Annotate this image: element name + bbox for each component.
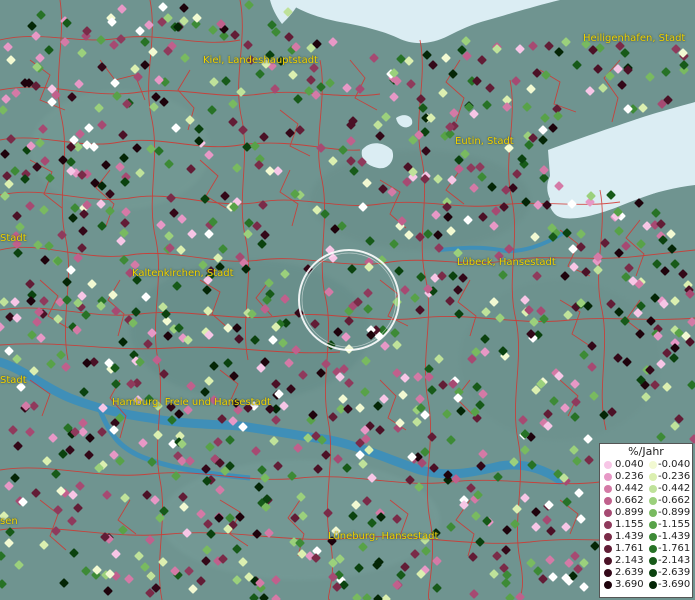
city-label-sen: sen <box>0 516 18 527</box>
legend-value-negative: -3.690 <box>658 579 691 590</box>
legend-value-positive: 0.899 <box>615 507 644 518</box>
legend-swatch-positive <box>604 569 612 577</box>
legend-row: 1.155 -1.155 <box>600 519 692 531</box>
legend-row: 0.442 -0.442 <box>600 483 692 495</box>
legend-swatch-positive <box>604 545 612 553</box>
legend-value-positive: 0.442 <box>615 483 644 494</box>
legend-value-positive: 1.155 <box>615 519 644 530</box>
city-label-stadt-west-2: Stadt <box>0 375 27 386</box>
legend-value-negative: -0.662 <box>658 495 691 506</box>
legend-row: 0.662 -0.662 <box>600 495 692 507</box>
legend-value-negative: -0.236 <box>658 471 691 482</box>
legend-swatch-negative <box>649 461 657 469</box>
legend-value-negative: -1.439 <box>658 531 691 542</box>
legend-value-negative: -2.143 <box>658 555 691 566</box>
legend-value-positive: 2.639 <box>615 567 644 578</box>
legend-swatch-negative <box>649 497 657 505</box>
legend-row: 1.761 -1.761 <box>600 543 692 555</box>
legend-value-positive: 1.761 <box>615 543 644 554</box>
legend-swatch-positive <box>604 533 612 541</box>
legend-row: 2.639 -2.639 <box>600 567 692 579</box>
legend-row: 2.143 -2.143 <box>600 555 692 567</box>
legend-value-negative: -0.040 <box>658 459 691 470</box>
legend-value-negative: -1.761 <box>658 543 691 554</box>
legend-swatch-positive <box>604 485 612 493</box>
legend-value-negative: -2.639 <box>658 567 691 578</box>
legend-row: 0.040 -0.040 <box>600 459 692 471</box>
city-label-stadt-west: Stadt <box>0 233 27 244</box>
city-label-heiligenhafen: Heiligenhafen, Stadt <box>583 33 686 44</box>
legend-value-negative: -0.442 <box>658 483 691 494</box>
legend-row: 0.899 -0.899 <box>600 507 692 519</box>
legend-swatch-positive <box>604 461 612 469</box>
legend-value-negative: -0.899 <box>658 507 691 518</box>
city-label-kaltenkirchen: Kaltenkirchen, Stadt <box>132 268 234 279</box>
legend-value-negative: -1.155 <box>658 519 691 530</box>
legend-value-positive: 2.143 <box>615 555 644 566</box>
legend-rows: 0.040 -0.040 0.236 -0.236 0.442 -0.442 0.662 -0… <box>600 459 692 591</box>
legend-row: 0.236 -0.236 <box>600 471 692 483</box>
legend-swatch-positive <box>604 509 612 517</box>
legend-swatch-positive <box>604 557 612 565</box>
city-label-hamburg: Hamburg, Freie und Hansestadt <box>112 397 271 408</box>
legend-swatch-positive <box>604 581 612 589</box>
legend-value-positive: 0.662 <box>615 495 644 506</box>
legend-swatch-positive <box>604 473 612 481</box>
city-label-eutin: Eutin, Stadt <box>455 136 514 147</box>
legend-value-positive: 0.040 <box>615 459 644 470</box>
legend-swatch-negative <box>649 521 657 529</box>
legend-swatch-negative <box>649 509 657 517</box>
legend-swatch-negative <box>649 581 657 589</box>
legend-swatch-negative <box>649 485 657 493</box>
legend-value-positive: 3.690 <box>615 579 644 590</box>
legend-value-positive: 0.236 <box>615 471 644 482</box>
map-canvas[interactable] <box>0 0 695 600</box>
legend: %/Jahr 0.040 -0.040 0.236 -0.236 0.442 -0.442… <box>599 443 693 598</box>
legend-swatch-negative <box>649 533 657 541</box>
legend-swatch-negative <box>649 557 657 565</box>
legend-swatch-negative <box>649 569 657 577</box>
city-label-lueneburg: Lüneburg, Hansestadt <box>328 531 439 542</box>
city-label-luebeck: Lübeck, Hansestadt <box>457 257 556 268</box>
legend-swatch-positive <box>604 521 612 529</box>
legend-row: 1.439 -1.439 <box>600 531 692 543</box>
legend-value-positive: 1.439 <box>615 531 644 542</box>
city-label-kiel: Kiel, Landeshauptstadt <box>203 55 318 66</box>
legend-title: %/Jahr <box>628 445 664 458</box>
legend-swatch-positive <box>604 497 612 505</box>
legend-swatch-negative <box>649 473 657 481</box>
legend-swatch-negative <box>649 545 657 553</box>
legend-row: 3.690 -3.690 <box>600 579 692 591</box>
